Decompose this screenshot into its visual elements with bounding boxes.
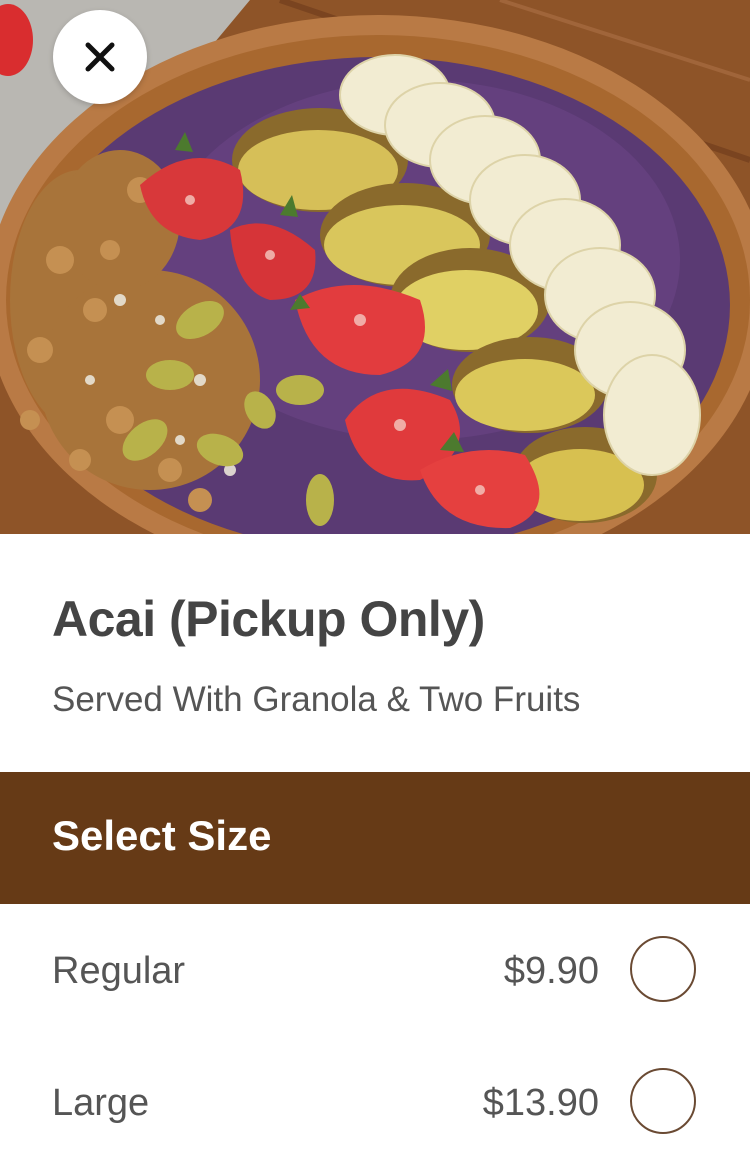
radio-button[interactable] <box>630 936 696 1002</box>
close-button[interactable] <box>53 10 147 104</box>
option-label: Regular <box>52 950 186 992</box>
option-price: $9.90 <box>503 950 599 992</box>
section-title: Select Size <box>52 812 272 859</box>
option-label: Large <box>52 1082 150 1124</box>
size-option-large[interactable]: Large $13.90 <box>0 1036 750 1168</box>
product-title: Acai (Pickup Only) <box>52 591 485 647</box>
product-info: Acai (Pickup Only) Served With Granola &… <box>0 534 750 772</box>
size-option-regular[interactable]: Regular $9.90 <box>0 904 750 1036</box>
size-section-header: Select Size <box>0 772 750 904</box>
option-price: $13.90 <box>482 1082 599 1124</box>
product-image <box>0 0 750 534</box>
close-icon <box>85 42 115 72</box>
product-description: Served With Granola & Two Fruits <box>52 680 581 719</box>
radio-button[interactable] <box>630 1068 696 1134</box>
